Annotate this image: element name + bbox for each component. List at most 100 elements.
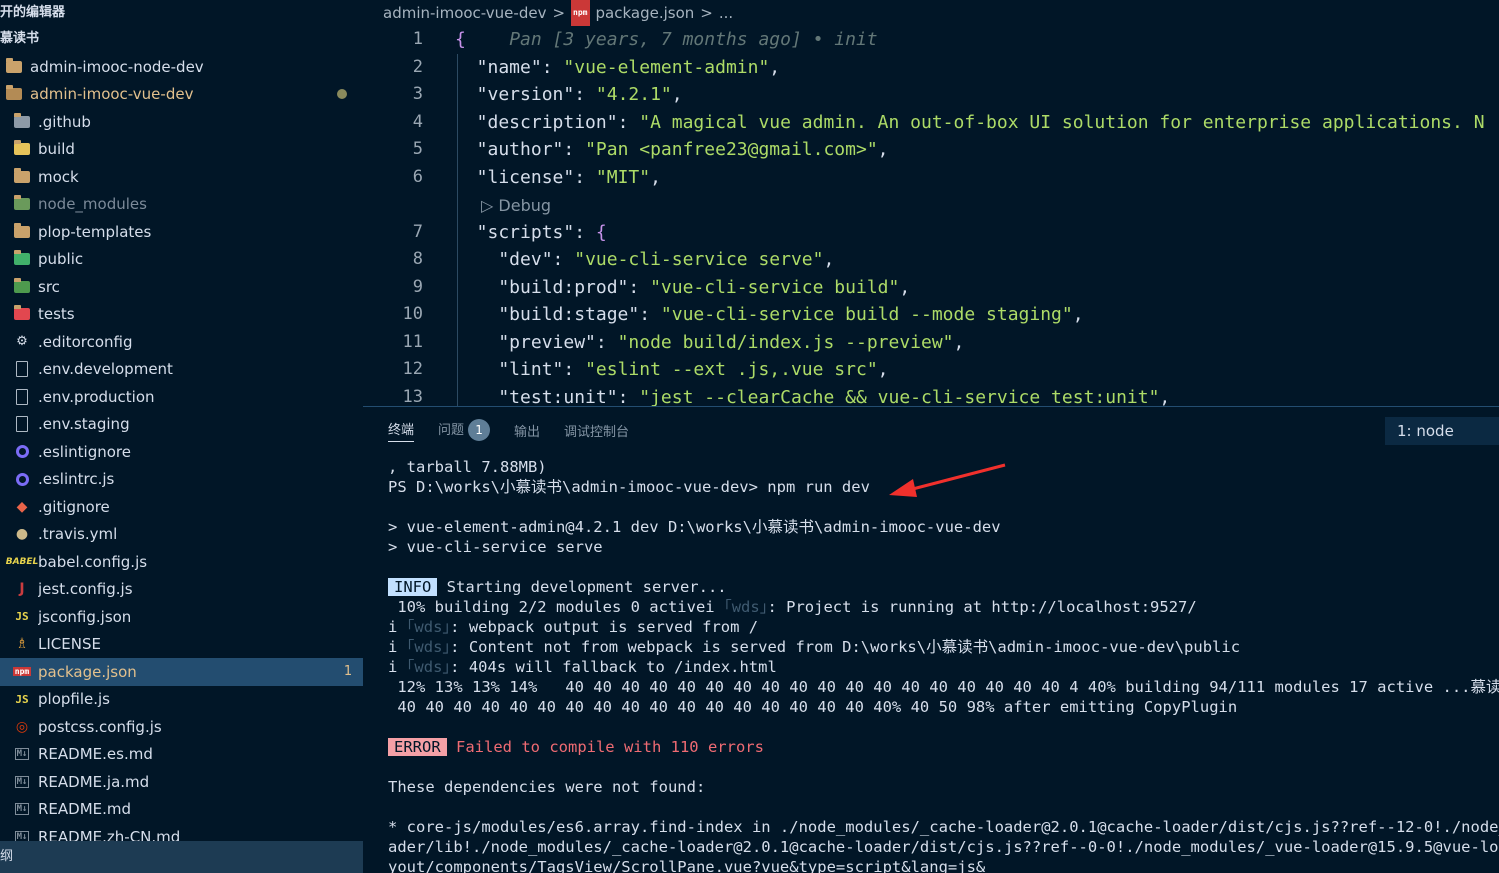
- code-token: ,: [823, 249, 835, 270]
- folder-icon: [4, 57, 24, 76]
- code-text: "description": "A magical vue admin. An …: [455, 109, 1485, 137]
- terminal-text: : Content not from webpack is served fro…: [450, 638, 1241, 656]
- terminal-text: i: [388, 618, 407, 636]
- tree-item[interactable]: ● .travis.yml: [0, 521, 363, 549]
- code-line: 11 "preview": "node build/index.js --pre…: [363, 329, 1499, 357]
- terminal-line: i ｢wds｣: webpack output is served from /: [388, 617, 1499, 637]
- terminal-select[interactable]: 1: node: [1385, 417, 1499, 445]
- info-tag: INFO: [388, 578, 438, 596]
- tree-item[interactable]: Jjest.config.js: [0, 576, 363, 604]
- tree-item[interactable]: tests: [0, 301, 363, 329]
- tree-item[interactable]: admin-imooc-vue-dev: [0, 81, 363, 109]
- code-token: :: [574, 221, 596, 243]
- terminal-text: ｢wds｣: [406, 658, 451, 676]
- terminal-text: ｢wds｣: [723, 598, 768, 616]
- file-icon: [12, 415, 32, 433]
- tree-item-label: jsconfig.json: [38, 607, 132, 626]
- tree-item[interactable]: src: [0, 273, 363, 301]
- debug-codelens[interactable]: ▷ Debug: [481, 196, 551, 215]
- folder-icon: [12, 222, 32, 241]
- tree-item[interactable]: M↓ README.ja.md: [0, 768, 363, 796]
- code-token: ,: [877, 359, 889, 380]
- tree-item[interactable]: plop-templates: [0, 218, 363, 246]
- breadcrumb-separator: >: [700, 4, 713, 22]
- tab-problems-label: 问题: [438, 423, 465, 438]
- terminal-line: These dependencies were not found:: [388, 777, 1499, 797]
- code-token: :: [639, 304, 661, 325]
- tree-item[interactable]: node_modules: [0, 191, 363, 219]
- workspace-header[interactable]: 慕读书: [0, 26, 363, 52]
- code-line: 6 "license": "MIT",: [363, 164, 1499, 192]
- tree-item-label: README.ja.md: [38, 772, 150, 791]
- code-token: "author": [455, 139, 564, 160]
- code-token: :: [595, 331, 618, 353]
- tree-item[interactable]: .env.development: [0, 356, 363, 384]
- terminal-output[interactable]: , tarball 7.88MB) PS D:\works\小慕读书\admin-…: [388, 457, 1499, 873]
- code-token: :: [563, 359, 586, 380]
- tree-item[interactable]: admin-imooc-node-dev: [0, 53, 363, 81]
- breadcrumb-folder[interactable]: admin-imooc-vue-dev: [383, 0, 546, 26]
- line-number: 1: [412, 29, 423, 49]
- tree-item[interactable]: BABEL babel.config.js: [0, 548, 363, 576]
- travis-icon: ●: [15, 526, 29, 543]
- code-text: "test:unit": "jest --clearCache && vue-c…: [455, 384, 1170, 407]
- tree-item-label: admin-imooc-vue-dev: [30, 85, 194, 104]
- terminal-text: : webpack output is served from /: [450, 618, 759, 636]
- code-text: "build:stage": "vue-cli-service build --…: [455, 301, 1083, 329]
- code-token: :: [617, 111, 640, 133]
- tree-item[interactable]: npm package.json 1: [0, 658, 363, 686]
- tree-item[interactable]: mock: [0, 163, 363, 191]
- tree-item[interactable]: ◆ .gitignore: [0, 493, 363, 521]
- line-number: 2: [412, 56, 423, 77]
- line-number: 3: [412, 84, 423, 104]
- terminal-text: Failed to compile with 110 errors: [446, 738, 764, 756]
- tab-terminal[interactable]: 终端: [388, 419, 415, 442]
- code-token: "test:unit": [455, 386, 618, 407]
- modified-dot-icon: [337, 89, 347, 100]
- tab-output[interactable]: 输出: [514, 421, 540, 440]
- code-token: {: [455, 29, 466, 50]
- terminal-line: i ｢wds｣: 404s will fallback to /index.ht…: [388, 657, 1499, 677]
- code-line: 1 { Pan [3 years, 7 months ago] • init: [363, 26, 1499, 54]
- tab-debug-console[interactable]: 调试控制台: [564, 421, 629, 440]
- breadcrumb-more[interactable]: ...: [719, 0, 733, 26]
- tree-item-label: public: [38, 250, 84, 269]
- tree-item-label: src: [38, 277, 60, 296]
- code-token: :: [574, 84, 596, 105]
- tree-item[interactable]: .eslintignore: [0, 438, 363, 466]
- tree-item[interactable]: JS jsconfig.json: [0, 603, 363, 631]
- tree-item[interactable]: public: [0, 246, 363, 274]
- terminal-line: * core-js/modules/es6.array.find-index i…: [388, 817, 1499, 837]
- tree-item[interactable]: .env.production: [0, 383, 363, 411]
- tree-item[interactable]: .github: [0, 108, 363, 136]
- tree-item[interactable]: ♗ LICENSE: [0, 631, 363, 659]
- code-token: "scripts": [455, 221, 575, 243]
- terminal-text: These dependencies were not found:: [388, 778, 706, 796]
- open-editors-header[interactable]: 开的编辑器: [0, 0, 363, 26]
- code-text: "name": "vue-element-admin",: [455, 54, 780, 82]
- editorconfig-icon: ⚙: [16, 334, 28, 350]
- tree-item[interactable]: .env.staging: [0, 411, 363, 439]
- line-number: 8: [412, 249, 423, 269]
- tree-item[interactable]: JS plopfile.js: [0, 686, 363, 714]
- tree-item[interactable]: M↓ README.es.md: [0, 741, 363, 769]
- outline-header[interactable]: 纲: [0, 841, 363, 873]
- terminal-text: 10% building 2/2 modules 0 activei: [388, 598, 724, 616]
- explorer-sidebar: 开的编辑器 慕读书 admin-imooc-node-dev admin-imoo…: [0, 0, 363, 873]
- code-editor[interactable]: admin-imooc-vue-dev > npm package.json >…: [363, 0, 1499, 406]
- code-token: "vue-cli-service serve": [574, 249, 824, 270]
- public-folder-icon: [12, 250, 32, 268]
- tree-item[interactable]: build: [0, 136, 363, 164]
- tree-item[interactable]: .eslintrc.js: [0, 466, 363, 494]
- tree-item-label: tests: [38, 305, 75, 324]
- tree-item-label: LICENSE: [38, 635, 101, 654]
- tree-item[interactable]: ⚙ .editorconfig: [0, 328, 363, 356]
- tree-item[interactable]: M↓ README.md: [0, 796, 363, 824]
- tree-item[interactable]: ◎ postcss.config.js: [0, 713, 363, 741]
- breadcrumb-file[interactable]: package.json: [596, 0, 695, 26]
- panel-tabs: 终端 问题 1 输出 调试控制台: [388, 407, 629, 453]
- code-token: "4.2.1": [595, 84, 672, 105]
- tab-problems[interactable]: 问题 1: [438, 419, 491, 441]
